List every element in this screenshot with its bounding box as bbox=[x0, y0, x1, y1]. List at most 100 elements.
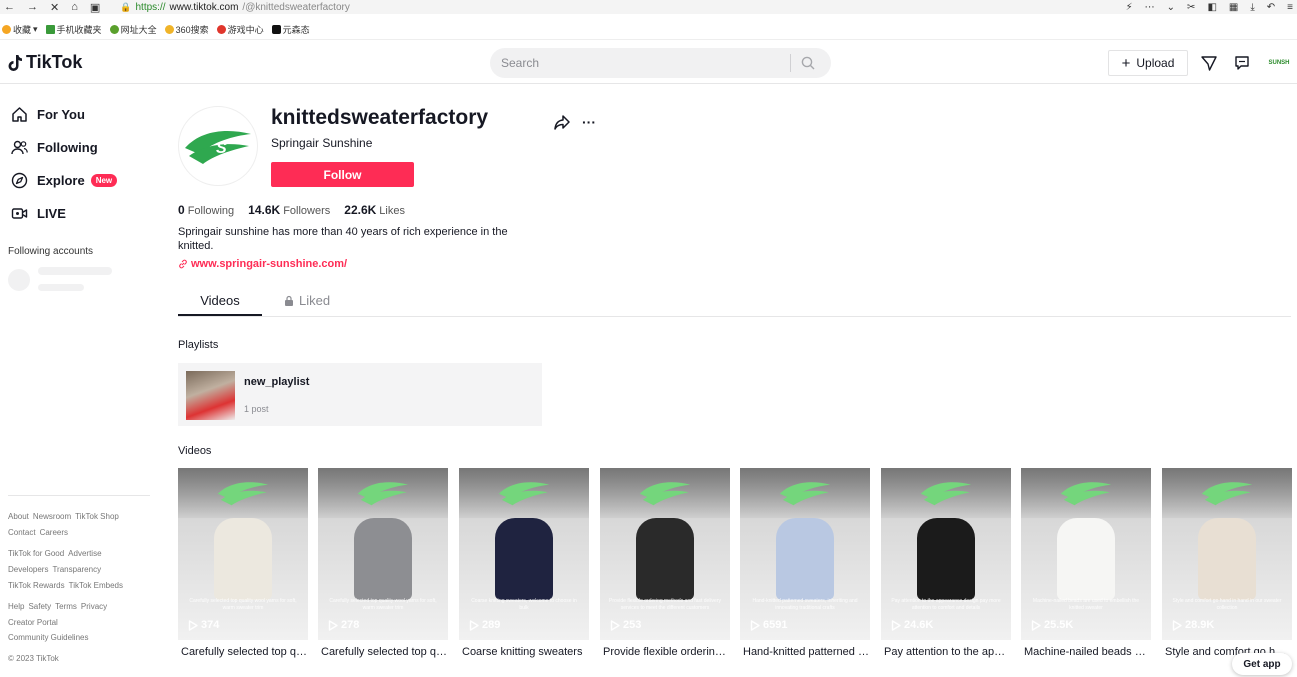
follow-button[interactable]: Follow bbox=[271, 162, 414, 187]
stop-icon[interactable]: ✕ bbox=[50, 1, 59, 14]
stat-followers[interactable]: 14.6K Followers bbox=[248, 203, 330, 217]
chevron-down-icon[interactable]: ⌄ bbox=[1167, 2, 1175, 13]
video-thumbnail[interactable]: Style and comfort go hand in hand in our… bbox=[1162, 468, 1292, 640]
footer-link[interactable]: Safety bbox=[28, 602, 51, 611]
home-browser-icon[interactable]: ⌂ bbox=[71, 1, 78, 13]
video-thumbnail[interactable]: Machine-nailed beads are used to embelli… bbox=[1021, 468, 1151, 640]
download-icon[interactable]: ⤓ bbox=[1250, 2, 1254, 13]
footer-link[interactable]: About bbox=[8, 512, 29, 521]
send-icon[interactable] bbox=[1200, 54, 1218, 72]
video-card[interactable]: Carefully selected top quality wool yarn… bbox=[318, 468, 448, 660]
video-title[interactable]: Pay attention to the appearance design bbox=[884, 646, 1010, 658]
people-icon bbox=[10, 138, 28, 156]
user-avatar[interactable]: SUNSH bbox=[1268, 52, 1290, 74]
view-count-text: 28.9K bbox=[1185, 619, 1215, 631]
footer-link[interactable]: TikTok Shop bbox=[75, 512, 119, 521]
brand-leaf-logo bbox=[639, 482, 691, 506]
back-icon[interactable]: ← bbox=[4, 1, 15, 13]
extension-icon[interactable]: ◧ bbox=[1207, 2, 1216, 13]
profile-link[interactable]: www.springair-sunshine.com/ bbox=[178, 258, 347, 270]
bookmark-item[interactable]: 手机收藏夹 bbox=[45, 23, 102, 36]
bag-icon[interactable]: ▣ bbox=[90, 1, 100, 14]
sidebar-item-label: Explore bbox=[37, 172, 85, 188]
menu-icon[interactable]: ≡ bbox=[1287, 2, 1293, 13]
video-title[interactable]: Provide flexible ordering methods bbox=[603, 646, 729, 658]
video-title[interactable]: Hand-knitted patterned sweaters bbox=[743, 646, 869, 658]
playlist-card[interactable]: new_playlist 1 post bbox=[178, 363, 542, 426]
footer-link[interactable]: Developers bbox=[8, 565, 48, 574]
tab-videos[interactable]: Videos bbox=[178, 293, 262, 308]
inbox-icon[interactable] bbox=[1233, 54, 1251, 72]
bookmark-item[interactable]: 元森态 bbox=[271, 23, 310, 36]
view-count-text: 374 bbox=[201, 619, 220, 631]
footer-link[interactable]: Privacy bbox=[81, 602, 107, 611]
tiktok-logo[interactable]: TikTok bbox=[8, 52, 82, 73]
video-thumbnail[interactable]: Carefully selected top quality wool yarn… bbox=[178, 468, 308, 640]
profile-avatar[interactable]: S bbox=[178, 106, 258, 186]
play-icon bbox=[1172, 619, 1182, 631]
video-thumbnail[interactable]: Hand-knitted patterned sweaters, inherit… bbox=[740, 468, 870, 640]
video-title[interactable]: Machine-nailed beads are used to embelli… bbox=[1024, 646, 1150, 658]
video-title[interactable]: Coarse knitting sweaters bbox=[462, 646, 588, 658]
video-thumbnail[interactable]: Provide flexible ordering methods and fa… bbox=[600, 468, 730, 640]
video-card[interactable]: Coarse knitting sweaters, welcome to cho… bbox=[459, 468, 589, 660]
undo-icon[interactable]: ↶ bbox=[1267, 2, 1275, 13]
bookmark-item[interactable]: 收藏 ▾ bbox=[2, 23, 38, 36]
search-input[interactable] bbox=[490, 56, 790, 70]
upload-button[interactable]: + Upload bbox=[1108, 50, 1188, 76]
share-icon[interactable] bbox=[553, 113, 571, 131]
footer-link[interactable]: TikTok Embeds bbox=[69, 581, 123, 590]
footer-link[interactable]: Community Guidelines bbox=[8, 633, 88, 642]
video-card[interactable]: Carefully selected top quality wool yarn… bbox=[178, 468, 308, 660]
tab-liked[interactable]: Liked bbox=[284, 293, 330, 308]
view-count-text: 289 bbox=[482, 619, 501, 631]
footer-link[interactable]: TikTok for Good bbox=[8, 549, 64, 558]
video-title[interactable]: Carefully selected top quality wool yarn… bbox=[181, 646, 307, 658]
sidebar-item-label: Following bbox=[37, 139, 98, 155]
plus-icon: + bbox=[1121, 54, 1131, 72]
sidebar-item-explore[interactable]: Explore New bbox=[10, 171, 118, 189]
scissors-icon[interactable]: ✂ bbox=[1187, 2, 1195, 13]
video-thumbnail[interactable]: Coarse knitting sweaters, welcome to cho… bbox=[459, 468, 589, 640]
footer-link[interactable]: Contact bbox=[8, 528, 36, 537]
video-card[interactable]: Style and comfort go hand in hand in our… bbox=[1162, 468, 1292, 660]
bookmark-label: 网址大全 bbox=[120, 25, 157, 35]
more-options-icon[interactable]: ··· bbox=[580, 113, 598, 131]
video-title[interactable]: Carefully selected top quality wool yarn… bbox=[321, 646, 447, 658]
video-card[interactable]: Hand-knitted patterned sweaters, inherit… bbox=[740, 468, 870, 660]
play-icon bbox=[469, 619, 479, 631]
brand-leaf-logo bbox=[498, 482, 550, 506]
bookmark-item[interactable]: 游戏中心 bbox=[216, 23, 264, 36]
sidebar-item-live[interactable]: LIVE bbox=[10, 204, 66, 222]
more-dots-icon[interactable]: ⋯ bbox=[1145, 2, 1155, 13]
video-card[interactable]: Machine-nailed beads are used to embelli… bbox=[1021, 468, 1151, 660]
video-card[interactable]: Pay attention to the appearance design p… bbox=[881, 468, 1011, 660]
video-caption-overlay: Coarse knitting sweaters, welcome to cho… bbox=[471, 598, 577, 611]
footer-link[interactable]: Careers bbox=[40, 528, 68, 537]
brand-leaf-logo: S bbox=[185, 130, 251, 164]
footer-link[interactable]: Newsroom bbox=[33, 512, 71, 521]
address-bar[interactable]: 🔒 https://www.tiktok.com/@knittedsweater… bbox=[120, 2, 350, 13]
footer-link[interactable]: Advertise bbox=[68, 549, 101, 558]
grid-icon[interactable]: ▦ bbox=[1229, 2, 1238, 13]
video-card[interactable]: Provide flexible ordering methods and fa… bbox=[600, 468, 730, 660]
new-badge: New bbox=[90, 173, 118, 187]
sidebar-item-following[interactable]: Following bbox=[10, 138, 98, 156]
video-thumbnail[interactable]: Pay attention to the appearance design p… bbox=[881, 468, 1011, 640]
footer-link[interactable]: Terms bbox=[55, 602, 77, 611]
play-icon bbox=[891, 619, 901, 631]
bookmark-item[interactable]: 网址大全 bbox=[109, 23, 157, 36]
video-thumbnail[interactable]: Carefully selected top quality wool yarn… bbox=[318, 468, 448, 640]
bookmark-item[interactable]: 360搜索 bbox=[164, 23, 209, 36]
forward-icon[interactable]: → bbox=[27, 1, 38, 13]
search-button[interactable] bbox=[791, 48, 825, 78]
footer-link[interactable]: Transparency bbox=[52, 565, 101, 574]
footer-link[interactable]: Creator Portal bbox=[8, 618, 58, 627]
lock-icon bbox=[285, 295, 293, 306]
stat-following[interactable]: 0 Following bbox=[178, 203, 234, 217]
get-app-button[interactable]: Get app bbox=[1232, 653, 1292, 675]
lightning-icon[interactable]: ⚡ bbox=[1126, 2, 1133, 13]
sidebar-item-for-you[interactable]: For You bbox=[10, 105, 85, 123]
footer-link[interactable]: Help bbox=[8, 602, 24, 611]
footer-link[interactable]: TikTok Rewards bbox=[8, 581, 65, 590]
